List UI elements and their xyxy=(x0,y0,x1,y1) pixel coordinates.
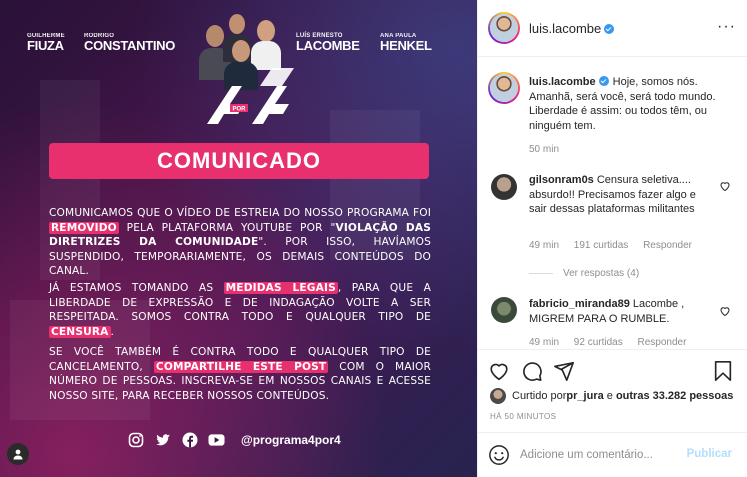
host-first-name: LUÍS ERNESTO xyxy=(296,33,343,39)
host-name-henkel: ANA PAULA HENKEL xyxy=(380,33,432,52)
comment-meta: 49 min 191 curtidas Responder xyxy=(529,240,704,251)
verified-badge-icon xyxy=(598,76,609,86)
header-username[interactable]: luis.lacombe xyxy=(529,21,615,36)
username-text[interactable]: luis.lacombe xyxy=(529,21,601,36)
emoji-icon[interactable] xyxy=(488,444,510,466)
comment-reply-button[interactable]: Responder xyxy=(638,337,687,348)
verified-badge-icon xyxy=(604,24,615,34)
caption-time[interactable]: 50 min xyxy=(529,144,559,155)
more-options-button[interactable]: ··· xyxy=(717,18,736,36)
post-paragraph-1: COMUNICAMOS QUE O VÍDEO DE ESTREIA DO NO… xyxy=(49,206,431,279)
host-first-name: ANA PAULA xyxy=(380,33,417,39)
likes-middle: e xyxy=(603,390,616,402)
caption-username[interactable]: luis.lacombe xyxy=(529,76,596,88)
host-last-name: LACOMBE xyxy=(296,38,360,53)
highlight-medidas-legais: MEDIDAS LEGAIS xyxy=(223,282,338,294)
share-icon[interactable] xyxy=(553,360,575,382)
youtube-icon xyxy=(208,432,225,449)
post-paragraph-2: JÁ ESTAMOS TOMANDO AS MEDIDAS LEGAIS, PA… xyxy=(49,281,431,339)
comments-area[interactable]: luis.lacombe Hoje, somos nós. Amanhã, ser… xyxy=(478,58,747,348)
comment-likes[interactable]: 92 curtidas xyxy=(574,337,623,348)
tagged-accounts-button[interactable] xyxy=(7,443,29,465)
likes-user[interactable]: pr_jura xyxy=(566,390,603,402)
comment-icon[interactable] xyxy=(521,360,543,382)
4por4-logo: POR xyxy=(207,68,294,124)
post-header: luis.lacombe ··· xyxy=(478,0,747,57)
post-side-panel: luis.lacombe ··· luis.lacombe Hoje, somos… xyxy=(477,0,747,477)
caption-timestamp: 50 min xyxy=(529,144,571,155)
host-last-name: FIUZA xyxy=(27,38,64,53)
para-text: PELA PLATAFORMA YOUTUBE POR " xyxy=(118,221,336,234)
comment: gilsonram0s Censura seletiva.... absurdo!… xyxy=(529,173,704,217)
comment-like-heart-icon[interactable] xyxy=(719,180,731,192)
host-first-name: GUILHERME xyxy=(27,33,65,39)
host-name-constantino: RODRIGO CONSTANTINO xyxy=(84,33,175,52)
avatar[interactable] xyxy=(488,12,520,44)
avatar[interactable] xyxy=(488,72,520,104)
publish-button[interactable]: Publicar xyxy=(687,448,732,460)
para-text: JÁ ESTAMOS TOMANDO AS xyxy=(49,282,224,294)
comment-likes[interactable]: 191 curtidas xyxy=(574,240,628,251)
host-name-fiuza: GUILHERME FIUZA xyxy=(27,33,65,52)
comment-username[interactable]: gilsonram0s xyxy=(529,174,594,186)
host-last-name: HENKEL xyxy=(380,38,432,53)
highlight-compartilhe: COMPARTILHE ESTE POST xyxy=(153,360,329,373)
post-timestamp[interactable]: HÁ 50 MINUTOS xyxy=(490,412,556,421)
comment: fabricio_miranda89 Lacombe , MIGREM PARA … xyxy=(529,297,719,326)
host-first-name: RODRIGO xyxy=(84,33,115,39)
twitter-icon xyxy=(154,432,171,449)
highlight-removido: REMOVIDO xyxy=(49,221,119,234)
comment-meta: 49 min 92 curtidas Responder xyxy=(529,337,698,348)
likes-others[interactable]: outras 33.282 pessoas xyxy=(616,390,733,402)
comment-like-heart-icon[interactable] xyxy=(719,305,731,317)
post-paragraph-3: SE VOCÊ TAMBÉM É CONTRA TODO E QUALQUER … xyxy=(49,345,431,403)
instagram-icon xyxy=(127,432,144,449)
comunicado-banner: COMUNICADO xyxy=(49,143,429,179)
add-comment-row: Publicar xyxy=(478,432,747,477)
post-image: GUILHERME FIUZA RODRIGO CONSTANTINO LUÍS… xyxy=(0,0,477,477)
likes-prefix: Curtido por xyxy=(512,390,567,402)
social-handle: @programa4por4 xyxy=(241,433,341,447)
host-last-name: CONSTANTINO xyxy=(84,38,176,53)
likes-summary: Curtido por pr_jura e outras 33.282 pess… xyxy=(490,386,733,406)
comment-time[interactable]: 49 min xyxy=(529,240,559,251)
caption: luis.lacombe Hoje, somos nós. Amanhã, ser… xyxy=(529,75,734,133)
view-replies-button[interactable]: Ver respostas (4) xyxy=(529,268,639,279)
heart-icon[interactable] xyxy=(488,360,510,382)
logo-por-text: POR xyxy=(232,107,246,113)
highlight-censura: CENSURA xyxy=(49,325,111,338)
bookmark-icon[interactable] xyxy=(712,360,734,382)
comment-reply-button[interactable]: Responder xyxy=(643,240,692,251)
comment-time[interactable]: 49 min xyxy=(529,337,559,348)
user-icon xyxy=(13,449,23,460)
comment-username[interactable]: fabricio_miranda89 xyxy=(529,298,630,310)
avatar[interactable] xyxy=(490,388,506,404)
para-text: COMUNICAMOS QUE O VÍDEO DE ESTREIA DO NO… xyxy=(49,207,431,219)
host-name-lacombe: LUÍS ERNESTO LACOMBE xyxy=(296,33,360,52)
avatar[interactable] xyxy=(491,297,517,323)
avatar[interactable] xyxy=(491,174,517,200)
para-text: . xyxy=(110,325,115,338)
facebook-icon xyxy=(181,432,198,449)
comment-input[interactable] xyxy=(520,445,680,465)
social-links-row: @programa4por4 xyxy=(127,430,341,450)
